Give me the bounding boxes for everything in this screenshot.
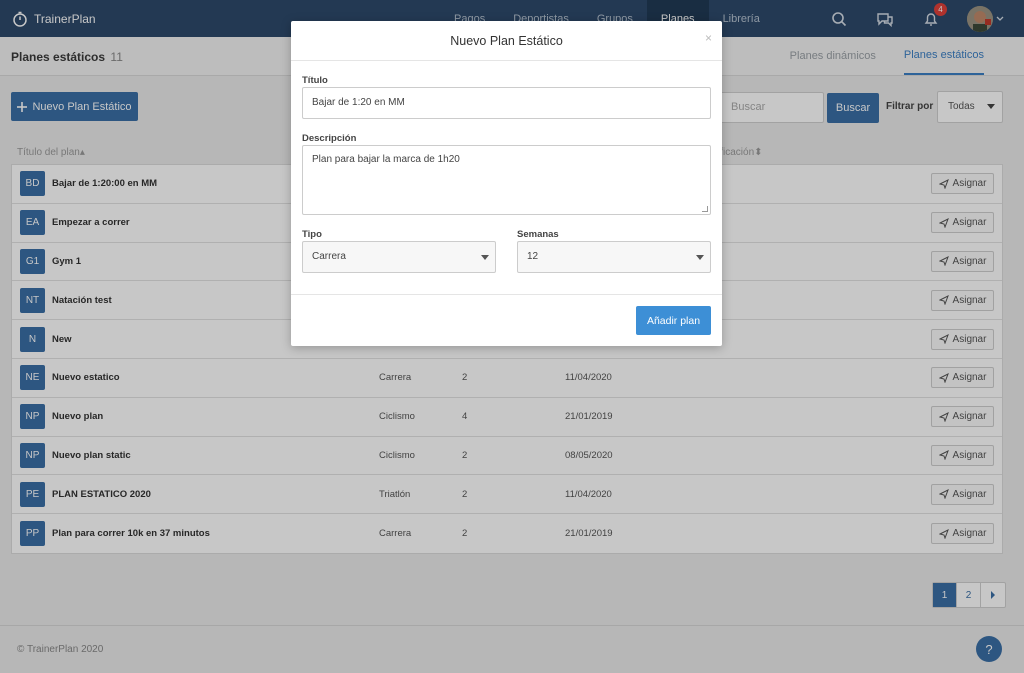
title-field[interactable]: Bajar de 1:20 en MM xyxy=(302,87,711,119)
caret-down-icon xyxy=(696,255,704,260)
type-select-value: Carrera xyxy=(312,251,346,262)
close-icon[interactable]: × xyxy=(705,31,712,45)
modal-header: Nuevo Plan Estático × xyxy=(291,21,722,61)
modal-divider xyxy=(291,294,722,295)
modal-title: Nuevo Plan Estático xyxy=(450,33,563,48)
new-plan-modal: Nuevo Plan Estático × Título Bajar de 1:… xyxy=(291,21,722,346)
weeks-select-value: 12 xyxy=(527,251,539,262)
resize-handle-icon[interactable] xyxy=(702,206,708,212)
description-text: Plan para bajar la marca de 1h20 xyxy=(312,154,460,165)
description-field[interactable]: Plan para bajar la marca de 1h20 xyxy=(302,145,711,215)
add-plan-button[interactable]: Añadir plan xyxy=(636,306,711,335)
type-field-label: Tipo xyxy=(302,229,322,240)
weeks-field-label: Semanas xyxy=(517,229,559,240)
description-field-label: Descripción xyxy=(302,133,357,144)
weeks-select[interactable]: 12 xyxy=(517,241,711,273)
title-field-label: Título xyxy=(302,75,328,86)
caret-down-icon xyxy=(481,255,489,260)
type-select[interactable]: Carrera xyxy=(302,241,496,273)
